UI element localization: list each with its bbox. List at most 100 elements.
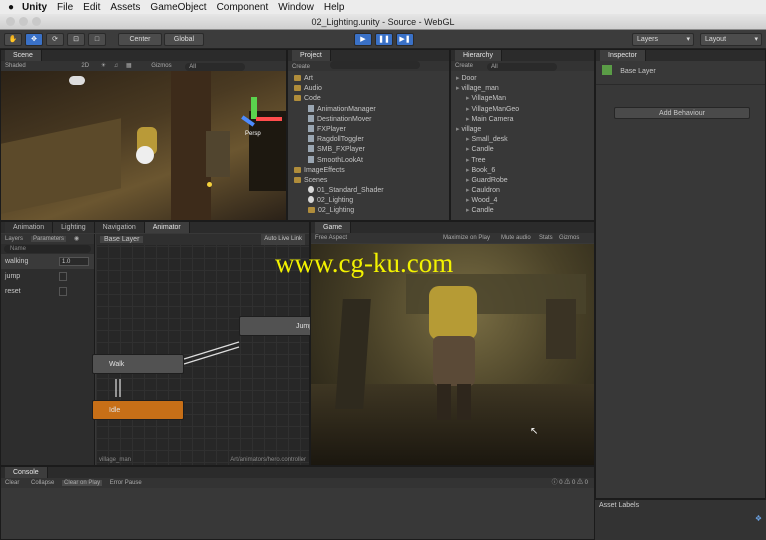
hierarchy-item[interactable]: ▸ Tree [456, 156, 594, 166]
scene-search-input[interactable]: All [185, 63, 246, 71]
project-item[interactable]: Scenes [294, 176, 449, 186]
hierarchy-item[interactable]: ▸ village_man [456, 84, 594, 94]
hierarchy-item[interactable]: ▸ Door [456, 74, 594, 84]
hierarchy-create-button[interactable]: Create [455, 63, 473, 69]
shaded-dropdown[interactable]: Shaded [5, 63, 26, 69]
play-button[interactable]: ▶ [354, 33, 372, 46]
project-item[interactable]: RagdollToggler [294, 135, 449, 145]
minimize-window-button[interactable] [19, 17, 28, 26]
project-item[interactable]: Code [294, 94, 449, 104]
audio-toggle-icon[interactable]: ♫ [114, 63, 119, 69]
warning-count[interactable]: 0 [572, 480, 575, 486]
project-item[interactable]: Art [294, 74, 449, 84]
jump-to-walk-transition[interactable] [183, 346, 240, 365]
menu-file[interactable]: File [57, 2, 73, 13]
tab-inspector[interactable]: Inspector [600, 50, 646, 61]
tab-hierarchy[interactable]: Hierarchy [455, 50, 502, 61]
eye-icon[interactable]: ◉ [74, 236, 79, 242]
hierarchy-item[interactable]: ▸ village [456, 125, 594, 135]
menu-app-name[interactable]: Unity [22, 2, 47, 13]
project-item[interactable]: Audio [294, 84, 449, 94]
console-collapse-button[interactable]: Collapse [31, 480, 54, 486]
jump-state-node[interactable]: Jump [239, 316, 319, 336]
parameter-row[interactable]: jump [1, 269, 94, 284]
hierarchy-item[interactable]: ▸ Main Camera [456, 115, 594, 125]
walk-to-jump-transition[interactable] [183, 341, 240, 360]
hierarchy-item[interactable]: ▸ Small_desk [456, 135, 594, 145]
project-item[interactable]: DestinationMover [294, 114, 449, 125]
project-item[interactable]: AnimationManager [294, 104, 449, 115]
console-clear-on-play-toggle[interactable]: Clear on Play [62, 480, 103, 486]
console-error-pause-toggle[interactable]: Error Pause [110, 480, 142, 486]
mode-2d-toggle[interactable]: 2D [81, 63, 89, 69]
hierarchy-item[interactable]: ▸ Book_6 [456, 166, 594, 176]
project-item[interactable]: SmoothLookAt [294, 155, 449, 166]
project-item[interactable]: FXPlayer [294, 124, 449, 135]
mute-audio-toggle[interactable]: Mute audio [501, 233, 531, 243]
global-local-button[interactable]: Global [164, 33, 204, 46]
hierarchy-item[interactable]: ▸ Candle [456, 145, 594, 155]
menu-gameobject[interactable]: GameObject [150, 2, 206, 13]
tab-lighting[interactable]: Lighting [53, 222, 95, 233]
game-gizmos-dropdown[interactable]: Gizmos [559, 233, 579, 243]
move-tool-button[interactable]: ✥ [25, 33, 43, 46]
pause-button[interactable]: ❚❚ [375, 33, 393, 46]
info-icon[interactable]: ⓘ [552, 480, 558, 486]
menu-window[interactable]: Window [278, 2, 314, 13]
walk-state-node[interactable]: Walk [92, 354, 184, 374]
tab-console[interactable]: Console [5, 467, 48, 478]
scene-viewport[interactable]: Persp [1, 71, 286, 220]
aspect-dropdown[interactable]: Free Aspect [315, 235, 347, 241]
menu-assets[interactable]: Assets [110, 2, 140, 13]
parameter-search-input[interactable]: Name [4, 245, 91, 253]
stats-toggle[interactable]: Stats [539, 233, 553, 243]
rect-tool-button[interactable]: □ [88, 33, 106, 46]
project-item[interactable]: 01_Standard_Shader [294, 186, 449, 196]
rotate-tool-button[interactable]: ⟳ [46, 33, 64, 46]
warning-icon[interactable]: ⚠ [564, 480, 570, 486]
menu-edit[interactable]: Edit [83, 2, 100, 13]
move-gizmo-x-axis[interactable] [256, 117, 282, 121]
tag-icon[interactable]: ❖ [755, 514, 762, 523]
step-button[interactable]: ▶❚ [396, 33, 414, 46]
console-clear-button[interactable]: Clear [5, 480, 19, 486]
info-count[interactable]: 0 [559, 480, 562, 486]
tab-navigation[interactable]: Navigation [94, 222, 145, 233]
trigger-checkbox[interactable] [59, 272, 67, 281]
project-item[interactable]: 02_Lighting [294, 206, 449, 216]
project-item[interactable]: ImageEffects [294, 166, 449, 176]
idle-state-node[interactable]: Idle [92, 400, 184, 420]
move-gizmo-y-axis[interactable] [251, 97, 257, 119]
tab-project[interactable]: Project [292, 50, 331, 61]
camera-gizmo-icon[interactable] [136, 146, 154, 164]
scale-tool-button[interactable]: ⊡ [67, 33, 85, 46]
light-gizmo-icon[interactable] [207, 182, 212, 187]
error-count[interactable]: 0 [585, 480, 588, 486]
layers-tab[interactable]: Layers [5, 236, 23, 242]
layout-dropdown[interactable]: Layout ▾ [700, 33, 762, 46]
zoom-window-button[interactable] [32, 17, 41, 26]
parameter-row[interactable]: reset [1, 284, 94, 299]
gizmos-dropdown[interactable]: Gizmos [151, 63, 171, 69]
menu-help[interactable]: Help [324, 2, 345, 13]
project-item[interactable]: 02_Lighting [294, 196, 449, 206]
close-window-button[interactable] [6, 17, 15, 26]
menu-component[interactable]: Component [217, 2, 269, 13]
pivot-center-button[interactable]: Center [118, 33, 162, 46]
apple-icon[interactable]: ● [8, 2, 14, 13]
layers-dropdown[interactable]: Layers ▾ [632, 33, 694, 46]
hand-tool-button[interactable]: ✋ [4, 33, 22, 46]
hierarchy-item[interactable]: ▸ Candle [456, 206, 594, 216]
add-behaviour-button[interactable]: Add Behaviour [614, 107, 750, 119]
tab-game[interactable]: Game [315, 222, 352, 233]
parameters-tab[interactable]: Parameters [31, 236, 67, 242]
tab-animator[interactable]: Animator [144, 222, 190, 233]
hierarchy-item[interactable]: ▸ Cauldron [456, 186, 594, 196]
parameter-row[interactable]: walking 1.0 [1, 254, 94, 269]
parameter-value-field[interactable]: 1.0 [59, 257, 89, 266]
tab-animation[interactable]: Animation [5, 222, 54, 233]
hierarchy-item[interactable]: ▸ Wood_4 [456, 196, 594, 206]
error-icon[interactable]: ⚠ [577, 480, 583, 486]
hierarchy-item[interactable]: ▸ VillageManGeo [456, 105, 594, 115]
tab-scene[interactable]: Scene [5, 50, 42, 61]
